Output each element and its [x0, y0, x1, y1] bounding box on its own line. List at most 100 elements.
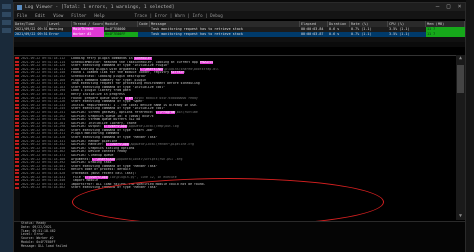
- log-message: GDIPLUS: Device context ready: [71, 150, 127, 154]
- menu-filter[interactable]: Filter: [71, 13, 86, 18]
- log-message: ImportError: DLL load failed: The specif…: [71, 182, 206, 186]
- line-marker: [15, 175, 19, 178]
- log-message: import module: [71, 179, 99, 183]
- log-message: Found: prepare queue 0x4F7E: [71, 96, 125, 100]
- log-message: Initial requirements: 1 - The local devi…: [71, 103, 198, 107]
- menu-bar: File Edit View Filter Help Trace | Error…: [14, 11, 465, 19]
- line-marker: [15, 89, 19, 92]
- line-marker: [15, 165, 19, 167]
- table-cell: 2021/09/22 09:51: [15, 32, 48, 36]
- line-marker: [15, 136, 19, 139]
- log-message: Task executing request for processing en…: [71, 82, 200, 86]
- log-line: 2021-09-22 09:51:18.462 Start executing c…: [21, 186, 455, 190]
- desktop-icon[interactable]: [2, 28, 11, 33]
- line-marker: [15, 132, 19, 135]
- line-marker: [15, 100, 19, 103]
- log-tail: Async module 0x4F7E00000000 ready: [132, 96, 198, 100]
- log-message: Arguments:: [71, 157, 93, 161]
- log-message: GDIPLUS: Drawing task: [71, 161, 112, 165]
- table-row[interactable]: 2021/09/22 09:51 Error Worker #2 0x4F7E0…: [14, 32, 465, 37]
- line-marker: [15, 125, 19, 128]
- log-highlight: ITEM: [124, 96, 133, 100]
- scroll-up-icon[interactable]: ▲: [456, 55, 465, 62]
- line-marker: [15, 114, 19, 117]
- line-marker: [15, 186, 19, 189]
- log-viewer-window: Log Viewer - [Total: 1 errors, 1 warning…: [13, 2, 466, 252]
- log-timestamp: 2021-09-22 09:51:18.462: [21, 186, 66, 190]
- log-timestamp: 2021-09-22 09:51:18.371: [21, 154, 66, 158]
- menu-file[interactable]: File: [17, 13, 27, 18]
- log-timestamp: 2021-09-22 09:51:18.311: [21, 132, 66, 136]
- log-output-panel[interactable]: 2021-09-22 09:51:18.112 Loading retry plu…: [14, 55, 457, 221]
- log-highlight: PROCESS: [199, 60, 214, 64]
- log-timestamp: 2021-09-22 09:51:18.281: [21, 121, 66, 125]
- menu-help[interactable]: Help: [94, 13, 104, 18]
- log-timestamp: 2021-09-22 09:51:18.401: [21, 164, 66, 168]
- log-tail: \lib\plugin.py", line 12, in execute: [107, 175, 177, 179]
- log-message: Start executing command of type "Initial…: [71, 85, 166, 89]
- table-cell: 11 7: [426, 32, 465, 37]
- log-highlight: C:\Users\App: [140, 67, 164, 71]
- log-message: Traceback (most recent call last):: [71, 172, 137, 175]
- log-timestamp: 2021-09-22 09:51:18.226: [21, 100, 66, 104]
- log-timestamp: 2021-09-22 09:51:18.131: [21, 67, 66, 71]
- log-timestamp: 2021-09-22 09:51:18.320: [21, 136, 66, 140]
- menu-edit[interactable]: Edit: [35, 13, 45, 18]
- log-scrollbar[interactable]: ▲ ▼: [456, 55, 465, 220]
- table-cell: 3.5% (1.1): [389, 32, 410, 36]
- line-marker: [15, 60, 19, 63]
- line-marker: [15, 168, 19, 171]
- log-message: GDIPLUS: Output:: [71, 125, 104, 129]
- line-marker: [15, 161, 19, 164]
- line-marker: [15, 129, 19, 131]
- menu-view[interactable]: View: [53, 13, 63, 18]
- log-highlight: C:\Program: [155, 110, 175, 114]
- window-title: Log Viewer - [Total: 1 errors, 1 warning…: [25, 4, 175, 10]
- log-tail: \plugins\shared\bootstrap.dll: [163, 67, 219, 71]
- log-message: GDIPLUS: Initialize library, cache: [71, 121, 137, 125]
- maximize-icon[interactable]: □: [443, 3, 454, 11]
- log-timestamp: 2021-09-22 09:51:18.152: [21, 74, 66, 78]
- log-timestamp: 2021-09-22 09:51:18.431: [21, 175, 66, 179]
- level-selector[interactable]: Trace | Error | Warn | Info | Debug: [135, 13, 223, 18]
- log-highlight: Scheduler: [134, 57, 152, 60]
- scroll-down-icon[interactable]: ▼: [456, 213, 465, 220]
- scrollbar-thumb[interactable]: [457, 65, 464, 93]
- log-message: ScheduleTask: loading plugin descriptor: [71, 74, 146, 78]
- log-tail: \AppData\Local\scripts\run.ps1 -arg: [115, 157, 183, 161]
- log-message: GDIPLUS: Screen gateway, options referen…: [71, 110, 156, 114]
- log-message: Load 1 plugin library from path: [71, 89, 131, 93]
- table-cell: 00:00:03.87: [301, 32, 324, 36]
- table-cell: Error: [49, 32, 60, 36]
- log-highlight: KEYPATH: [170, 71, 185, 75]
- log-timestamp: 2021-09-22 09:51:18.201: [21, 92, 66, 96]
- line-marker: [15, 111, 19, 113]
- line-marker: [15, 157, 19, 160]
- log-timestamp: 2021-09-22 09:51:18.331: [21, 139, 66, 143]
- desktop-icon[interactable]: [2, 12, 11, 17]
- log-gutter: [14, 56, 20, 221]
- log-message: Start executing command of type "Open": [71, 100, 145, 104]
- log-timestamp: 2021-09-22 09:51:18.171: [21, 82, 66, 86]
- title-bar[interactable]: Log Viewer - [Total: 1 errors, 1 warning…: [14, 3, 465, 11]
- log-message: Start executing command of type "Start J…: [71, 128, 154, 132]
- close-icon[interactable]: ×: [454, 3, 465, 11]
- line-marker: [15, 147, 19, 149]
- desktop-icon[interactable]: [2, 4, 11, 9]
- log-highlight: C:\Users\App: [84, 175, 108, 179]
- line-marker: [15, 57, 19, 59]
- line-marker: [15, 183, 19, 185]
- log-message: Load sharing plugin with arguments:: [71, 67, 141, 71]
- log-message: Found 1 loaded libs for the module loade…: [71, 71, 171, 75]
- line-marker: [15, 107, 19, 110]
- minimize-icon[interactable]: –: [432, 3, 443, 11]
- log-message: Start executing command of type "Initial…: [71, 107, 166, 111]
- line-marker: [15, 118, 19, 121]
- log-timestamp: 2021-09-22 09:51:18.362: [21, 150, 66, 154]
- desktop-icon[interactable]: [2, 20, 11, 25]
- line-marker: [15, 154, 19, 157]
- log-message: GDIPLUS: Handler:: [71, 143, 106, 147]
- line-marker: [15, 150, 19, 153]
- table-row[interactable]: [14, 42, 465, 47]
- log-message: Start executing command of type "Render …: [71, 164, 158, 168]
